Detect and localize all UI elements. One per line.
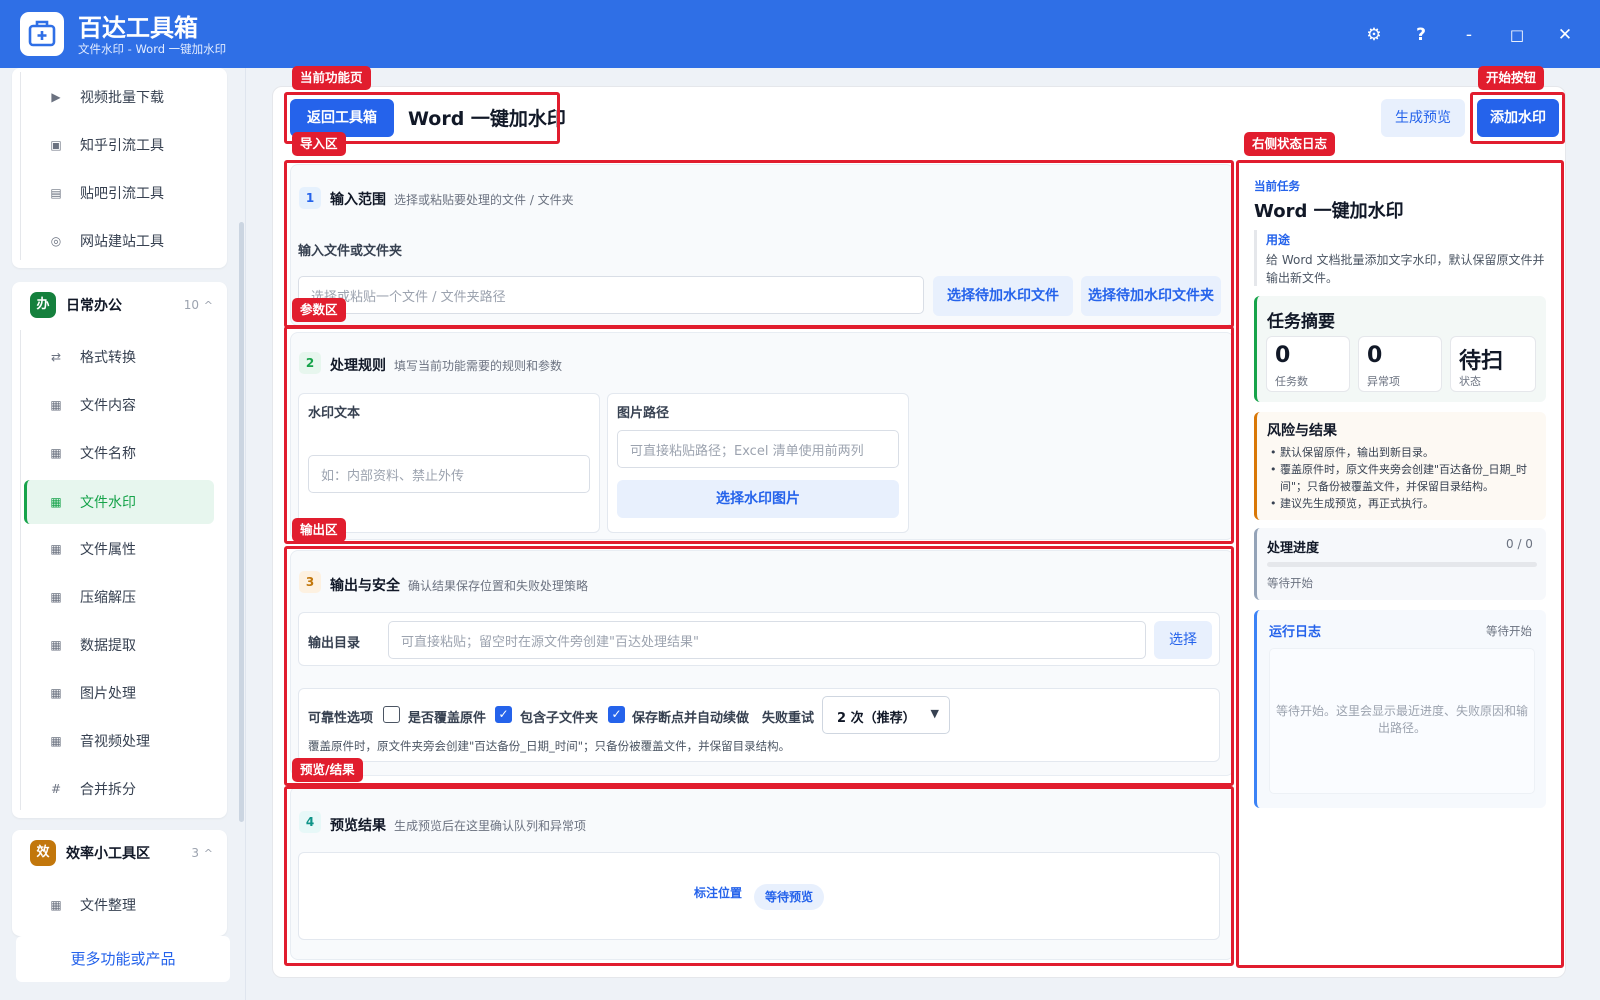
tree-line: [20, 330, 21, 810]
sidebar-item-tieba[interactable]: ▤ 贴吧引流工具: [24, 172, 214, 214]
tree-line: [20, 72, 21, 260]
annotation-tag-params: 参数区: [292, 298, 346, 322]
sidebar-item-data-extract[interactable]: ▦ 数据提取: [24, 624, 214, 666]
grid-icon: ▦: [50, 590, 62, 604]
group-name-efficiency: 效率小工具区: [66, 846, 150, 862]
video-icon: ▶: [51, 90, 61, 104]
sidebar-item-audio-video[interactable]: ▦ 音视频处理: [24, 720, 214, 762]
more-products-link[interactable]: 更多功能或产品: [16, 936, 230, 982]
generate-preview-button[interactable]: 生成预览: [1381, 99, 1465, 137]
sidebar-item-website[interactable]: ◎ 网站建站工具: [24, 220, 214, 262]
annotation-tag-import: 导入区: [292, 132, 346, 156]
sidebar-item-zhihu[interactable]: ▣ 知乎引流工具: [24, 124, 214, 166]
annotation-box-import: [284, 160, 1234, 328]
group-name-office: 日常办公: [66, 298, 122, 314]
chevron-up-icon: ^: [203, 298, 213, 312]
sidebar-item-file-organize[interactable]: ▦ 文件整理: [24, 884, 214, 926]
sidebar-item-file-attributes[interactable]: ▦ 文件属性: [24, 528, 214, 570]
grid-icon: ▦: [50, 398, 62, 412]
group-header-office[interactable]: 办 日常办公 10 ^: [12, 282, 227, 328]
office-badge: 办: [30, 292, 56, 318]
group-count-office: 10: [183, 298, 199, 312]
group-count-efficiency: 3: [191, 846, 199, 860]
chevron-up-icon: ^: [203, 846, 213, 860]
annotation-tag-output: 输出区: [292, 518, 346, 542]
sidebar-item-image[interactable]: ▦ 图片处理: [24, 672, 214, 714]
app-subtitle: 文件水印 - Word 一键加水印: [78, 42, 227, 56]
annotation-box-right-log: [1236, 160, 1564, 968]
grid-icon: ▦: [50, 446, 62, 460]
grid-icon: ▦: [50, 638, 62, 652]
annotation-box-start-button: [1470, 92, 1565, 144]
annotation-tag-right-log: 右侧状态日志: [1244, 132, 1336, 156]
grid-icon: ▦: [50, 898, 62, 912]
annotation-box-output: [284, 546, 1234, 786]
grid-icon: ▦: [50, 734, 62, 748]
sidebar-item-file-name[interactable]: ▦ 文件名称: [24, 432, 214, 474]
annotation-box-params: [284, 326, 1234, 544]
app-title: 百达工具箱: [78, 14, 198, 42]
zhihu-icon: ▣: [50, 138, 62, 152]
grid-icon: ▦: [50, 495, 62, 509]
sidebar-item-file-content[interactable]: ▦ 文件内容: [24, 384, 214, 426]
group-header-efficiency[interactable]: 效 效率小工具区 3 ^: [12, 830, 227, 876]
annotation-tag-preview: 预览/结果: [292, 758, 363, 782]
minimize-icon[interactable]: -: [1454, 20, 1484, 50]
efficiency-badge: 效: [30, 840, 56, 866]
sidebar-item-compress[interactable]: ▦ 压缩解压: [24, 576, 214, 618]
annotation-tag-current-page: 当前功能页: [292, 66, 371, 90]
help-icon[interactable]: ?: [1406, 20, 1436, 50]
grid-icon: ▦: [50, 686, 62, 700]
swap-icon: ⇄: [50, 350, 62, 364]
annotation-tag-start-button: 开始按钮: [1478, 66, 1545, 90]
sidebar-item-video-download[interactable]: ▶ 视频批量下载: [24, 76, 214, 118]
sidebar-item-merge-split[interactable]: # 合并拆分: [24, 768, 214, 810]
sidebar-scrollbar[interactable]: [239, 222, 244, 822]
annotation-box-preview: [284, 786, 1234, 966]
sidebar-item-file-watermark[interactable]: ▦ 文件水印: [24, 480, 214, 524]
app-logo-icon: [20, 12, 64, 56]
close-icon[interactable]: ✕: [1550, 20, 1580, 50]
hash-icon: #: [50, 782, 62, 796]
tieba-icon: ▤: [50, 186, 62, 200]
grid-icon: ▦: [50, 542, 62, 556]
settings-gear-icon[interactable]: ⚙: [1359, 20, 1389, 50]
sidebar-item-format-convert[interactable]: ⇄ 格式转换: [24, 336, 214, 378]
website-icon: ◎: [50, 234, 62, 248]
maximize-icon[interactable]: □: [1502, 20, 1532, 50]
